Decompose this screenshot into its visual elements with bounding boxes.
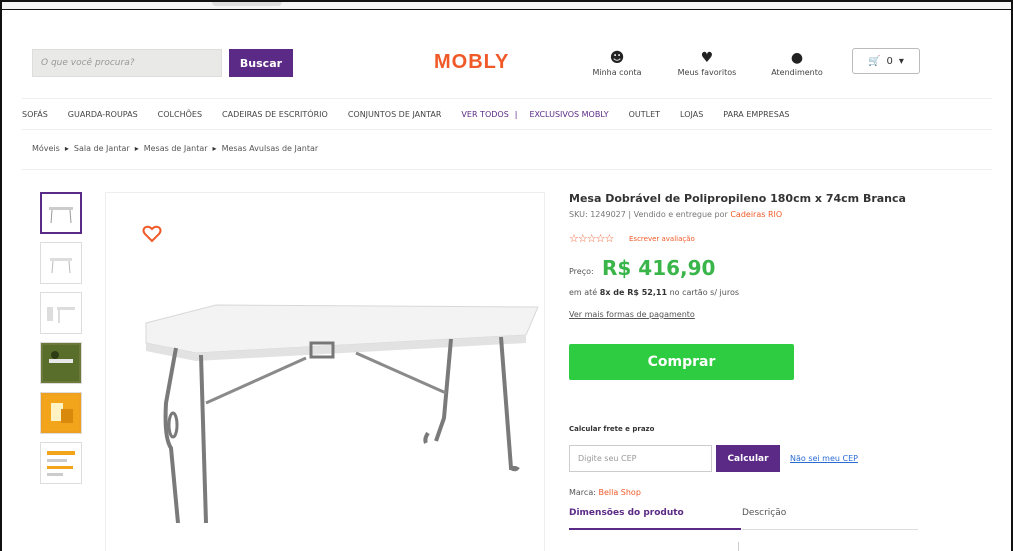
account-label: Minha conta xyxy=(592,68,642,77)
product-title: Mesa Dobrável de Polipropileno 180cm x 7… xyxy=(569,192,906,205)
rating-stars: ☆☆☆☆☆ xyxy=(569,232,614,245)
sku-text: SKU: 1249027 | Vendido e entregue por xyxy=(569,210,731,219)
brand-line: Marca: Bella Shop xyxy=(569,488,641,497)
buy-button[interactable]: Comprar xyxy=(569,344,794,380)
sku-line: SKU: 1249027 | Vendido e entregue por Ca… xyxy=(569,210,782,219)
breadcrumb-item[interactable]: Mesas Avulsas de Jantar xyxy=(222,144,319,153)
installments: em até 8x de R$ 52,11 no cartão s/ juros xyxy=(569,288,739,297)
heart-icon: ♥ xyxy=(700,50,714,66)
info-thumb-image xyxy=(47,451,75,476)
top-band-tab xyxy=(212,2,282,6)
shipping-label: Calcular frete e prazo xyxy=(569,425,655,433)
table-thumb-image xyxy=(50,258,72,274)
breadcrumb-separator: ▸ xyxy=(212,144,217,153)
installments-prefix: em até xyxy=(569,288,600,297)
nav-item-guarda-roupas[interactable]: GUARDA-ROUPAS xyxy=(68,110,138,119)
product-price: R$ 416,90 xyxy=(602,256,716,280)
nav-item-empresas[interactable]: PARA EMPRESAS xyxy=(723,110,789,119)
dimensions-panel xyxy=(569,542,739,551)
nav-divider: | xyxy=(514,109,518,119)
thumbnail-6[interactable] xyxy=(40,442,82,484)
cart-button[interactable]: 🛒 0 ▾ xyxy=(852,48,920,74)
cep-input[interactable]: Digite seu CEP xyxy=(569,445,712,472)
folding-table-image xyxy=(145,304,539,524)
nav-item-sofas[interactable]: SOFÁS xyxy=(22,110,48,119)
tab-description[interactable]: Descrição xyxy=(742,508,918,530)
browser-frame: O que você procura? Buscar MOBLY ☻ Minha… xyxy=(0,0,1013,551)
nav-item-exclusivos[interactable]: EXCLUSIVOS MOBLY xyxy=(529,110,608,119)
thumbnail-4[interactable] xyxy=(40,342,82,384)
cart-count: 0 xyxy=(886,55,893,67)
brand-label: Marca: xyxy=(569,488,599,497)
dont-know-cep-link[interactable]: Não sei meu CEP xyxy=(790,454,858,463)
nav-item-conjuntos-jantar[interactable]: CONJUNTOS DE JANTAR xyxy=(348,110,442,119)
breadcrumb-separator: ▸ xyxy=(134,144,139,153)
cart-icon: 🛒 xyxy=(868,55,881,67)
account-link[interactable]: ☻ Minha conta xyxy=(582,50,652,77)
table-thumb-image xyxy=(49,207,73,224)
product-main-image[interactable] xyxy=(105,192,545,551)
breadcrumb-item[interactable]: Mesas de Jantar xyxy=(144,144,208,153)
outdoor-thumb-image xyxy=(43,345,79,381)
favorites-label: Meus favoritos xyxy=(677,68,737,77)
favorites-link[interactable]: ♥ Meus favoritos xyxy=(672,50,742,77)
thumbnail-3[interactable] xyxy=(40,292,82,334)
table-thumb-image xyxy=(47,307,75,323)
write-review-link[interactable]: Escrever avaliação xyxy=(629,235,695,243)
tab-dimensions[interactable]: Dimensões do produto xyxy=(569,508,741,530)
breadcrumb-separator: ▸ xyxy=(64,144,69,153)
seller-link[interactable]: Cadeiras RIO xyxy=(730,210,782,219)
chevron-down-icon: ▾ xyxy=(898,55,904,67)
calculate-button[interactable]: Calcular xyxy=(716,445,780,472)
installments-suffix: no cartão s/ juros xyxy=(667,288,740,297)
favorite-heart-icon[interactable] xyxy=(142,224,162,244)
top-band xyxy=(2,2,1011,10)
breadcrumb-item[interactable]: Móveis xyxy=(32,144,60,153)
search-button[interactable]: Buscar xyxy=(229,49,293,77)
breadcrumb: Móveis ▸ Sala de Jantar ▸ Mesas de Jantar ▸ Me… xyxy=(32,144,318,153)
thumbnail-2[interactable] xyxy=(40,242,82,284)
nav-item-lojas[interactable]: LOJAS xyxy=(680,110,703,119)
nav-item-cadeiras-escritorio[interactable]: CADEIRAS DE ESCRITÓRIO xyxy=(222,110,328,119)
support-label: Atendimento xyxy=(771,68,823,77)
user-icon: ☻ xyxy=(609,50,625,66)
nav-item-ver-todos[interactable]: VER TODOS xyxy=(461,110,508,119)
breadcrumb-item[interactable]: Sala de Jantar xyxy=(74,144,130,153)
divider xyxy=(22,169,992,170)
chat-icon: ● xyxy=(790,50,804,66)
main-nav: SOFÁS GUARDA-ROUPAS COLCHÕES CADEIRAS DE… xyxy=(22,98,992,130)
more-payment-link[interactable]: Ver mais formas de pagamento xyxy=(569,310,695,319)
search-input[interactable]: O que você procura? xyxy=(32,49,222,77)
mobly-logo[interactable]: MOBLY xyxy=(434,51,509,74)
price-label: Preço: xyxy=(569,267,594,276)
brand-link[interactable]: Bella Shop xyxy=(598,488,640,497)
folded-thumb-image xyxy=(43,395,79,431)
support-link[interactable]: ● Atendimento xyxy=(762,50,832,77)
nav-item-outlet[interactable]: OUTLET xyxy=(629,110,660,119)
nav-item-colchoes[interactable]: COLCHÕES xyxy=(158,110,202,119)
thumbnail-1[interactable] xyxy=(40,192,82,234)
thumbnail-5[interactable] xyxy=(40,392,82,434)
installments-amount: 8x de R$ 52,11 xyxy=(599,288,668,297)
